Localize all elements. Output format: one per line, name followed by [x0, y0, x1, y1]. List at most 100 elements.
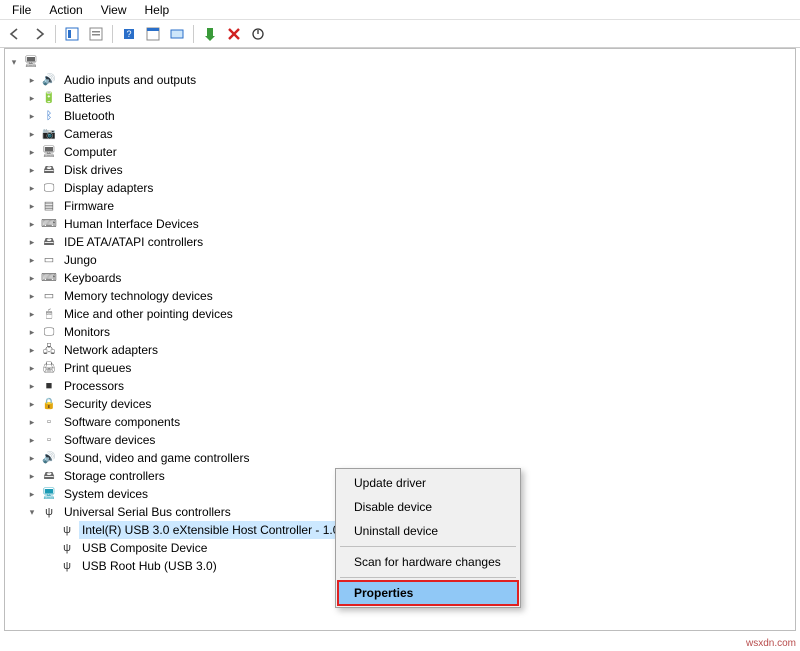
expander-icon[interactable]: ▸	[25, 469, 39, 483]
expander-icon[interactable]: ▸	[25, 253, 39, 267]
expander-icon[interactable]: ▸	[25, 361, 39, 375]
expander-icon[interactable]: ▸	[25, 217, 39, 231]
expander-icon[interactable]: ▸	[25, 397, 39, 411]
device-label: Intel(R) USB 3.0 eXtensible Host Control…	[79, 521, 360, 539]
category-icon: ⌨	[41, 270, 57, 286]
uninstall-button[interactable]	[223, 23, 245, 45]
category-icon: ▭	[41, 252, 57, 268]
category-label: Software components	[61, 413, 183, 431]
tree-category[interactable]: ▸📷Cameras	[7, 125, 793, 143]
category-icon: 🖴	[41, 234, 57, 250]
category-label: Cameras	[61, 125, 116, 143]
expander-icon[interactable]: ▸	[25, 235, 39, 249]
ctx-properties[interactable]: Properties	[338, 581, 518, 605]
action-button[interactable]	[142, 23, 164, 45]
expander-icon[interactable]: ▸	[25, 415, 39, 429]
expander-icon[interactable]: ▸	[25, 199, 39, 213]
category-label: Bluetooth	[61, 107, 118, 125]
help-button[interactable]: ?	[118, 23, 140, 45]
tree-root[interactable]: ▾🖥	[7, 53, 793, 71]
tree-category[interactable]: ▸🖥Computer	[7, 143, 793, 161]
tree-category[interactable]: ▸🔋Batteries	[7, 89, 793, 107]
properties-button[interactable]	[85, 23, 107, 45]
menu-action[interactable]: Action	[41, 2, 90, 18]
expander-icon[interactable]: ▸	[25, 163, 39, 177]
tree-category[interactable]: ▸🖴Disk drives	[7, 161, 793, 179]
device-label: USB Composite Device	[79, 539, 210, 557]
ctx-uninstall-device[interactable]: Uninstall device	[338, 519, 518, 543]
menu-help[interactable]: Help	[137, 2, 178, 18]
tree-category[interactable]: ▸🖧Network adapters	[7, 341, 793, 359]
ctx-scan-hardware[interactable]: Scan for hardware changes	[338, 550, 518, 574]
category-label: Processors	[61, 377, 127, 395]
expander-icon[interactable]: ▸	[25, 433, 39, 447]
expander-icon[interactable]: ▸	[25, 325, 39, 339]
disable-button[interactable]	[247, 23, 269, 45]
scan-hardware-button[interactable]	[166, 23, 188, 45]
expander-icon[interactable]: ▸	[25, 145, 39, 159]
update-driver-button[interactable]	[199, 23, 221, 45]
category-icon: 🖵	[41, 180, 57, 196]
expander-icon[interactable]: ▸	[25, 307, 39, 321]
tree-category[interactable]: ▸▫Software components	[7, 413, 793, 431]
category-icon: 📷	[41, 126, 57, 142]
computer-icon: 🖥	[23, 54, 39, 70]
ctx-separator	[340, 577, 516, 578]
category-icon: 🖴	[41, 162, 57, 178]
usb-icon: ψ	[41, 504, 57, 520]
tree-category[interactable]: ▸▤Firmware	[7, 197, 793, 215]
expander-icon[interactable]: ▸	[25, 91, 39, 105]
tree-category[interactable]: ▸🖨Print queues	[7, 359, 793, 377]
expander-icon[interactable]: ▸	[25, 181, 39, 195]
tree-category[interactable]: ▸■Processors	[7, 377, 793, 395]
category-label: Disk drives	[61, 161, 126, 179]
tree-category[interactable]: ▸🖵Display adapters	[7, 179, 793, 197]
tree-category[interactable]: ▸🔒Security devices	[7, 395, 793, 413]
category-label: Mice and other pointing devices	[61, 305, 236, 323]
category-label: Universal Serial Bus controllers	[61, 503, 234, 521]
expander-icon[interactable]: ▸	[25, 271, 39, 285]
back-button[interactable]	[4, 23, 26, 45]
svg-text:?: ?	[126, 29, 131, 39]
category-label: Human Interface Devices	[61, 215, 202, 233]
ctx-update-driver[interactable]: Update driver	[338, 471, 518, 495]
menu-file[interactable]: File	[4, 2, 39, 18]
expander-icon[interactable]: ▸	[25, 451, 39, 465]
category-icon: 🖨	[41, 360, 57, 376]
expander-icon[interactable]: ▸	[25, 73, 39, 87]
expander-icon[interactable]: ▾	[7, 55, 21, 69]
tree-category[interactable]: ▸🔊Audio inputs and outputs	[7, 71, 793, 89]
tree-category[interactable]: ▸▭Memory technology devices	[7, 287, 793, 305]
menu-bar: File Action View Help	[0, 0, 800, 20]
category-icon: ▤	[41, 198, 57, 214]
expander-icon[interactable]: ▸	[25, 343, 39, 357]
tree-category[interactable]: ▸🖵Monitors	[7, 323, 793, 341]
expander-icon[interactable]: ▸	[25, 127, 39, 141]
expander-icon[interactable]: ▸	[25, 289, 39, 303]
category-icon: 🖱	[41, 306, 57, 322]
forward-button[interactable]	[28, 23, 50, 45]
tree-category[interactable]: ▸🖴IDE ATA/ATAPI controllers	[7, 233, 793, 251]
expander-icon[interactable]: ▸	[25, 109, 39, 123]
category-icon: 🖴	[41, 468, 57, 484]
category-icon: ▫	[41, 432, 57, 448]
show-hide-tree-button[interactable]	[61, 23, 83, 45]
tree-category[interactable]: ▸⌨Keyboards	[7, 269, 793, 287]
menu-view[interactable]: View	[93, 2, 135, 18]
tree-category[interactable]: ▸⌨Human Interface Devices	[7, 215, 793, 233]
expander-icon[interactable]: ▸	[25, 487, 39, 501]
category-label: Keyboards	[61, 269, 124, 287]
expander-icon[interactable]: ▾	[25, 505, 39, 519]
category-icon: 🔊	[41, 450, 57, 466]
tree-category[interactable]: ▸▫Software devices	[7, 431, 793, 449]
tree-category[interactable]: ▸ᛒBluetooth	[7, 107, 793, 125]
tree-category[interactable]: ▸▭Jungo	[7, 251, 793, 269]
expander-icon[interactable]: ▸	[25, 379, 39, 393]
usb-device-icon: ψ	[59, 558, 75, 574]
category-label: Network adapters	[61, 341, 161, 359]
category-icon: 🖥	[41, 486, 57, 502]
tree-category[interactable]: ▸🖱Mice and other pointing devices	[7, 305, 793, 323]
ctx-disable-device[interactable]: Disable device	[338, 495, 518, 519]
tree-category[interactable]: ▸🔊Sound, video and game controllers	[7, 449, 793, 467]
category-label: Software devices	[61, 431, 158, 449]
